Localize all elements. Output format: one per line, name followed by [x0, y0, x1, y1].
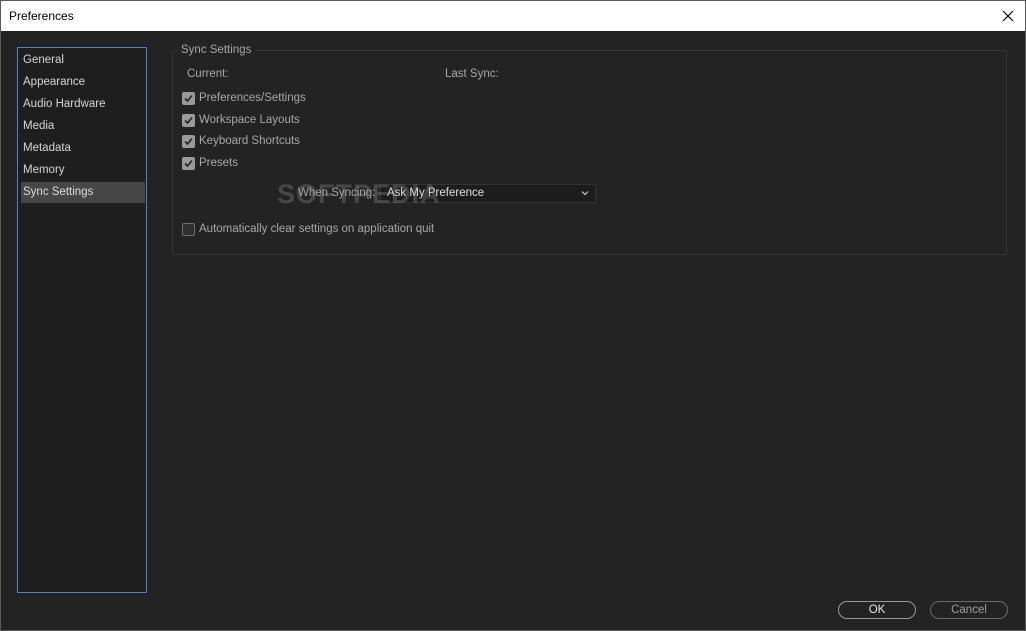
workspace-layouts-label[interactable]: Workspace Layouts: [199, 114, 300, 126]
last-sync-label: Last Sync:: [445, 68, 499, 80]
check-icon: [184, 159, 193, 167]
presets-label[interactable]: Presets: [199, 157, 238, 169]
keyboard-shortcuts-label[interactable]: Keyboard Shortcuts: [199, 135, 300, 147]
keyboard-shortcuts-checkbox[interactable]: [182, 134, 195, 148]
check-icon: [184, 116, 193, 124]
when-syncing-label: When Syncing:: [298, 187, 376, 199]
sidebar-item-audio-hardware[interactable]: Audio Hardware: [21, 94, 145, 115]
preferences-dialog: Preferences General Appearance Audio Har…: [0, 0, 1026, 631]
category-list[interactable]: General Appearance Audio Hardware Media …: [17, 47, 147, 593]
check-icon: [184, 94, 193, 102]
option-auto-clear: Automatically clear settings on applicat…: [182, 222, 434, 236]
sidebar-item-sync-settings[interactable]: Sync Settings: [21, 182, 145, 203]
workspace-layouts-checkbox[interactable]: [182, 113, 195, 127]
sidebar-item-memory[interactable]: Memory: [21, 160, 145, 181]
auto-clear-label[interactable]: Automatically clear settings on applicat…: [199, 223, 434, 235]
preferences-settings-label[interactable]: Preferences/Settings: [199, 92, 306, 104]
auto-clear-checkbox[interactable]: [182, 222, 195, 236]
group-title: Sync Settings: [177, 44, 256, 56]
close-button[interactable]: [991, 1, 1025, 31]
current-label: Current:: [187, 68, 229, 80]
title-bar: Preferences: [1, 1, 1025, 31]
sidebar-item-metadata[interactable]: Metadata: [21, 138, 145, 159]
ok-button[interactable]: OK: [838, 601, 916, 619]
sidebar-item-general[interactable]: General: [21, 50, 145, 71]
option-presets: Presets: [182, 156, 238, 170]
sidebar-item-media[interactable]: Media: [21, 116, 145, 137]
window-title: Preferences: [9, 9, 74, 23]
preferences-settings-checkbox[interactable]: [182, 91, 195, 105]
option-workspace-layouts: Workspace Layouts: [182, 113, 300, 127]
presets-checkbox[interactable]: [182, 156, 195, 170]
check-icon: [184, 137, 193, 145]
when-syncing-value: Ask My Preference: [387, 187, 485, 199]
cancel-button[interactable]: Cancel: [930, 601, 1008, 619]
chevron-down-icon: [581, 191, 589, 196]
sidebar-item-appearance[interactable]: Appearance: [21, 72, 145, 93]
option-keyboard-shortcuts: Keyboard Shortcuts: [182, 134, 300, 148]
when-syncing-dropdown[interactable]: Ask My Preference: [380, 184, 596, 203]
option-preferences-settings: Preferences/Settings: [182, 91, 306, 105]
close-icon: [1002, 10, 1014, 22]
